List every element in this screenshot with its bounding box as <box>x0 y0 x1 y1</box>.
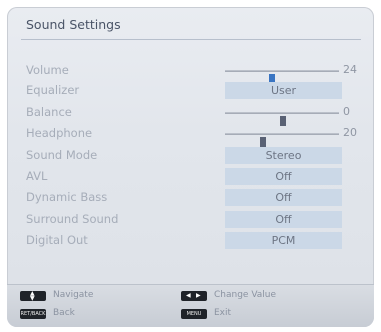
balance-value: 0 <box>343 105 350 118</box>
page-title: Sound Settings <box>26 17 121 32</box>
setting-label: Dynamic Bass <box>26 190 108 204</box>
balance-slider[interactable] <box>225 112 339 126</box>
setting-label: Sound Mode <box>26 148 98 162</box>
setting-row-avl[interactable]: AVL Off <box>26 168 366 186</box>
menu-key-icon: MENU <box>181 309 207 319</box>
setting-row-balance[interactable]: Balance 0 <box>26 104 366 126</box>
left-arrow-icon: ◀ <box>186 292 191 299</box>
setting-label: Headphone <box>26 126 93 140</box>
exit-hint: Exit <box>214 308 232 318</box>
equalizer-value[interactable]: User <box>225 82 342 99</box>
setting-row-volume[interactable]: Volume 24 <box>26 62 366 84</box>
setting-row-equalizer[interactable]: Equalizer User <box>26 82 366 100</box>
digital-out-value[interactable]: PCM <box>225 232 342 249</box>
left-right-key-icon: ◀ ▶ <box>181 291 207 301</box>
setting-label: Balance <box>26 105 72 119</box>
setting-row-dynamic-bass[interactable]: Dynamic Bass Off <box>26 189 366 207</box>
up-down-key-icon: ▲ ▼ <box>20 290 46 302</box>
setting-label: Surround Sound <box>26 212 119 226</box>
setting-label: Equalizer <box>26 83 80 97</box>
title-divider <box>21 39 361 40</box>
change-value-hint: Change Value <box>214 290 277 300</box>
headphone-value: 20 <box>343 126 357 139</box>
setting-label: Volume <box>26 63 69 77</box>
volume-slider[interactable] <box>225 70 339 84</box>
headphone-slider[interactable] <box>225 133 339 147</box>
setting-row-sound-mode[interactable]: Sound Mode Stereo <box>26 147 366 165</box>
right-arrow-icon: ▶ <box>196 292 201 299</box>
dynamic-bass-value[interactable]: Off <box>225 189 342 206</box>
setting-label: Digital Out <box>26 233 88 247</box>
volume-value: 24 <box>343 63 357 76</box>
setting-row-surround-sound[interactable]: Surround Sound Off <box>26 211 366 229</box>
down-arrow-icon: ▼ <box>30 295 35 302</box>
setting-row-headphone[interactable]: Headphone 20 <box>26 125 366 147</box>
navigate-hint: Navigate <box>53 290 94 300</box>
headphone-slider-knob[interactable] <box>260 137 266 147</box>
setting-row-digital-out[interactable]: Digital Out PCM <box>26 232 366 250</box>
back-hint: Back <box>53 308 75 318</box>
setting-label: AVL <box>26 169 48 183</box>
sound-mode-value[interactable]: Stereo <box>225 147 342 164</box>
avl-value[interactable]: Off <box>225 168 342 185</box>
sound-settings-panel: Sound Settings Volume 24 Equalizer User … <box>7 7 374 327</box>
back-key-icon: RET/BACK <box>20 309 46 319</box>
key-legend-footer: ▲ ▼ Navigate RET/BACK Back ◀ ▶ Change Va… <box>7 284 374 327</box>
surround-sound-value[interactable]: Off <box>225 211 342 228</box>
